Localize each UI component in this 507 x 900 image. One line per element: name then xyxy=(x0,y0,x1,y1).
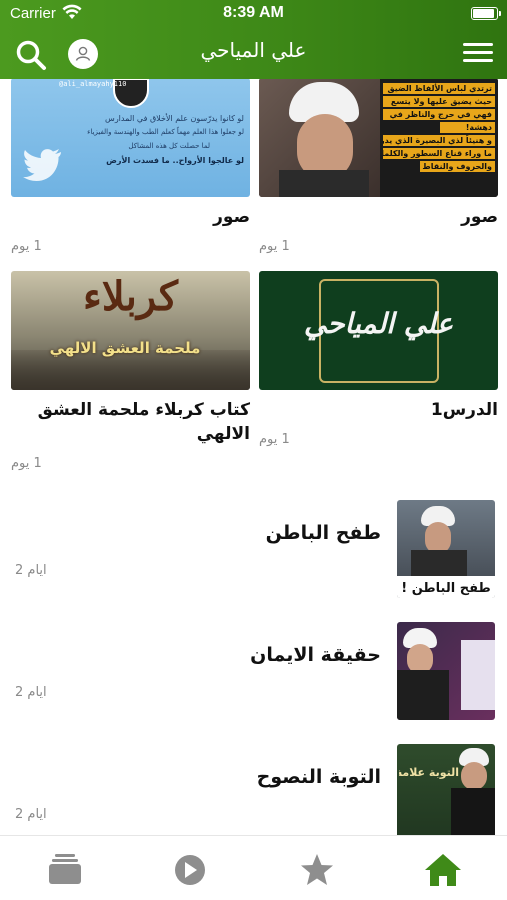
app-header: Carrier 8:39 AM علي المياحي xyxy=(0,0,507,79)
thumb-handle: @ali_almayahy110 xyxy=(59,80,127,88)
card-title: صور xyxy=(461,207,498,227)
card-title: الدرس1 xyxy=(430,400,498,420)
item-title: التوبة النصوح xyxy=(256,766,381,788)
item-time: 2 ايام xyxy=(15,807,47,822)
grid-card[interactable]: @ali_almayahy110 لو كانوا يدرّسون علم ال… xyxy=(11,79,250,254)
card-time: 1 يوم xyxy=(11,239,42,254)
search-icon[interactable] xyxy=(14,38,48,72)
star-icon[interactable] xyxy=(297,852,337,888)
item-thumbnail: طفح الباطن ! xyxy=(397,500,495,598)
item-title: حقيقة الايمان xyxy=(250,644,381,666)
card-time: 1 يوم xyxy=(259,239,290,254)
thumb-text: والحروف والنقاط xyxy=(420,161,495,172)
card-time: 1 يوم xyxy=(11,456,42,471)
grid-card[interactable]: كربلاء ملحمة العشق الالهي كتاب كربلاء مل… xyxy=(11,271,250,471)
card-thumbnail: ترتدي لباس الألفاظ الضيق حيث يضيق عليها … xyxy=(259,79,498,197)
twitter-bird-icon xyxy=(23,149,61,181)
tab-bar xyxy=(0,835,507,900)
thumb-text: لو عالجوا الأرواح.. ما فسدت الأرض xyxy=(106,156,244,165)
thumb-text: و هنيئاً لذي البصيرة الذي يدرك xyxy=(383,135,495,146)
grid-card[interactable]: ترتدي لباس الألفاظ الضيق حيث يضيق عليها … xyxy=(259,79,498,254)
thumb-text: لو جعلوا هذا العلم مهماً كعلم الطب والهن… xyxy=(87,128,244,136)
card-title: صور xyxy=(213,207,250,227)
home-icon[interactable] xyxy=(423,852,463,888)
user-icon xyxy=(75,46,91,61)
play-icon[interactable] xyxy=(170,852,210,888)
item-thumbnail: التوبة علامة xyxy=(397,744,495,835)
card-time: 1 يوم xyxy=(259,432,290,447)
item-time: 2 ايام xyxy=(15,685,47,700)
card-thumbnail: علي المياحي xyxy=(259,271,498,390)
card-title: كتاب كربلاء ملحمة العشق الالهي xyxy=(37,400,250,444)
thumb-subtitle: ملحمة العشق الالهي xyxy=(49,339,201,357)
item-title: طفح الباطن xyxy=(265,522,381,544)
menu-icon[interactable] xyxy=(463,40,493,66)
thumb-text: فهي في حرج والناظر في xyxy=(383,109,495,120)
thumb-caption: طفح الباطن ! xyxy=(401,581,491,596)
thumb-text: ترتدي لباس الألفاظ الضيق xyxy=(383,83,495,94)
thumb-text: دهشة! xyxy=(440,122,495,133)
thumb-text: ما وراء قناع السطور والكلمات xyxy=(383,148,495,159)
profile-button[interactable] xyxy=(68,39,98,69)
status-bar: Carrier 8:39 AM xyxy=(0,0,507,28)
page-title: علي المياحي xyxy=(200,38,307,62)
list-item[interactable]: حقيقة الايمان 2 ايام xyxy=(0,622,507,722)
grid-card[interactable]: علي المياحي الدرس1 1 يوم xyxy=(259,271,498,447)
nav-bar: علي المياحي xyxy=(0,28,507,79)
thumb-heading: كربلاء xyxy=(83,273,178,320)
card-thumbnail: @ali_almayahy110 لو كانوا يدرّسون علم ال… xyxy=(11,79,250,197)
list-item[interactable]: طفح الباطن ! طفح الباطن 2 ايام xyxy=(0,500,507,600)
status-time: 8:39 AM xyxy=(223,4,284,21)
thumb-text: حيث يضيق عليها ولا يتسع xyxy=(383,96,495,107)
item-thumbnail xyxy=(397,622,495,720)
list-item[interactable]: التوبة علامة التوبة النصوح 2 ايام xyxy=(0,744,507,835)
stack-icon[interactable] xyxy=(45,852,85,888)
item-time: 2 ايام xyxy=(15,563,47,578)
battery-icon xyxy=(471,7,501,20)
thumb-text: لو كانوا يدرّسون علم الأخلاق في المدارس xyxy=(105,114,244,123)
thumb-text: لما حصلت كل هذه المشاكل xyxy=(128,142,210,150)
card-thumbnail: كربلاء ملحمة العشق الالهي xyxy=(11,271,250,390)
thumb-caption: التوبة علامة xyxy=(399,766,459,779)
thumb-calligraphy: علي المياحي xyxy=(303,307,454,340)
feed: ترتدي لباس الألفاظ الضيق حيث يضيق عليها … xyxy=(0,79,507,835)
